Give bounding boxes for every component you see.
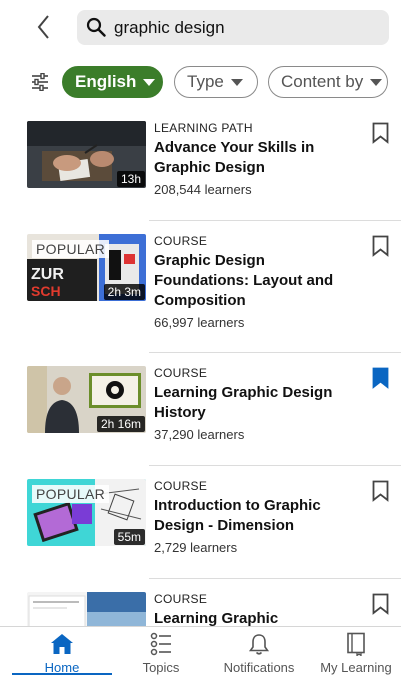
learner-count: 2,729 learners xyxy=(154,540,238,555)
item-meta: LEARNING PATH Advance Your Skills in Gra… xyxy=(154,121,354,197)
course-thumbnail[interactable]: POPULAR 55m xyxy=(27,479,146,546)
filter-content-by[interactable]: Content by xyxy=(268,66,388,98)
content-type: COURSE xyxy=(154,234,208,248)
item-title[interactable]: Advance Your Skills in Graphic Design xyxy=(154,138,354,178)
content-type: COURSE xyxy=(154,592,208,606)
bookmark-outline-icon[interactable] xyxy=(372,480,389,502)
duration-badge: 2h 16m xyxy=(96,416,145,432)
svg-text:ZUR: ZUR xyxy=(31,266,64,283)
duration-badge: 55m xyxy=(113,529,145,545)
bookmark-outline-icon[interactable] xyxy=(372,235,389,257)
tab-my-learning[interactable]: My Learning xyxy=(312,627,400,675)
list-item[interactable]: POPULAR 55m COURSE Introduction to Graph… xyxy=(0,466,401,579)
item-meta: COURSE Introduction to Graphic Design - … xyxy=(154,479,354,555)
list-item[interactable]: 2h 16m COURSE Learning Graphic Design Hi… xyxy=(0,353,401,466)
caret-down-icon xyxy=(143,78,156,86)
learner-count: 208,544 learners xyxy=(154,182,252,197)
tab-label: Topics xyxy=(142,660,180,675)
popular-badge: POPULAR xyxy=(32,240,110,258)
learner-count: 66,997 learners xyxy=(154,315,245,330)
topics-list-icon xyxy=(150,632,171,656)
svg-text:SCH: SCH xyxy=(31,283,61,299)
duration-badge: 2h 3m xyxy=(103,284,145,300)
course-thumbnail[interactable] xyxy=(27,592,146,626)
search-bar[interactable]: graphic design xyxy=(77,10,389,45)
bookmark-outline-icon[interactable] xyxy=(372,593,389,615)
item-meta: COURSE Learning Graphic Design History 3… xyxy=(154,366,354,442)
item-meta: COURSE Graphic Design Foundations: Layou… xyxy=(154,234,354,330)
item-title[interactable]: Learning Graphic xyxy=(154,609,354,626)
course-thumbnail[interactable]: ZUR SCH POPULAR 2h 3m xyxy=(27,234,146,301)
bookmark-filled-icon[interactable] xyxy=(372,367,389,389)
list-item[interactable]: COURSE Learning Graphic xyxy=(0,579,401,626)
top-bar: graphic design xyxy=(0,0,401,56)
list-item[interactable]: 13h LEARNING PATH Advance Your Skills in… xyxy=(0,108,401,221)
search-input[interactable]: graphic design xyxy=(114,18,225,38)
results-list: 13h LEARNING PATH Advance Your Skills in… xyxy=(0,108,401,626)
bookmark-outline-icon[interactable] xyxy=(372,122,389,144)
filter-label: English xyxy=(75,72,137,91)
bottom-tab-bar: Home Topics Notifications My Learning xyxy=(0,626,401,675)
learner-count: 37,290 learners xyxy=(154,427,245,442)
filter-type[interactable]: Type xyxy=(174,66,258,98)
bell-icon xyxy=(248,634,270,655)
item-title[interactable]: Introduction to Graphic Design - Dimensi… xyxy=(154,496,354,536)
filter-sliders-icon[interactable] xyxy=(31,73,49,91)
home-icon xyxy=(51,634,73,654)
book-icon xyxy=(347,632,365,656)
course-thumbnail[interactable]: 13h xyxy=(27,121,146,188)
content-type: COURSE xyxy=(154,366,208,380)
filter-bar: English Type Content by xyxy=(0,64,401,100)
item-meta: COURSE Learning Graphic xyxy=(154,592,354,626)
back-chevron-icon[interactable] xyxy=(34,14,54,40)
thumbnail-image xyxy=(27,592,146,626)
tab-topics[interactable]: Topics xyxy=(118,627,204,675)
content-type: COURSE xyxy=(154,479,208,493)
duration-badge: 13h xyxy=(116,171,145,187)
tab-home[interactable]: Home xyxy=(12,627,112,675)
list-item[interactable]: ZUR SCH POPULAR 2h 3m COURSE Graphic Des… xyxy=(0,221,401,353)
tab-notifications[interactable]: Notifications xyxy=(210,627,308,675)
filter-english[interactable]: English xyxy=(62,66,163,98)
filter-label: Content by xyxy=(281,72,364,91)
course-thumbnail[interactable]: 2h 16m xyxy=(27,366,146,433)
caret-down-icon xyxy=(370,78,383,86)
filter-label: Type xyxy=(187,72,224,91)
tab-label: Notifications xyxy=(223,660,295,675)
content-type: LEARNING PATH xyxy=(154,121,253,135)
popular-badge: POPULAR xyxy=(32,485,110,503)
item-title[interactable]: Graphic Design Foundations: Layout and C… xyxy=(154,251,354,311)
item-title[interactable]: Learning Graphic Design History xyxy=(154,383,354,423)
tab-label: My Learning xyxy=(320,660,392,675)
search-icon xyxy=(86,17,106,37)
caret-down-icon xyxy=(230,78,243,86)
